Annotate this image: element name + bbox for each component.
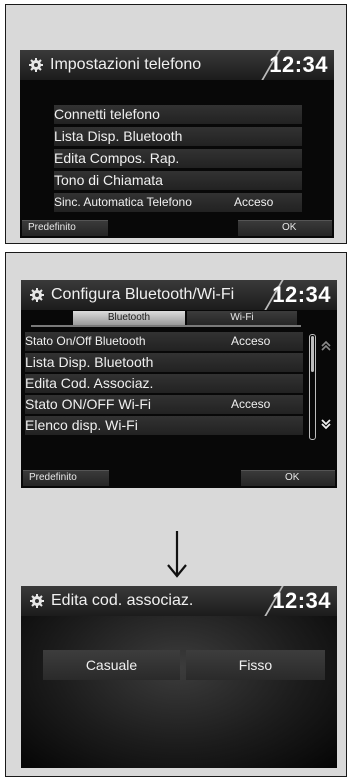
ok-button-label: OK xyxy=(285,472,300,483)
menu-item-speed-dial[interactable]: Edita Compos. Rap. xyxy=(54,149,302,168)
fixed-code-button[interactable]: Fisso xyxy=(186,650,325,680)
menu-item-label: Elenco disp. Wi-Fi xyxy=(25,417,138,433)
tab-wifi[interactable]: Wi-Fi xyxy=(187,311,297,325)
title-bar: Configura Bluetooth/Wi-Fi 12:34 xyxy=(21,280,337,310)
menu-item-label: Tono di Chiamata xyxy=(54,172,163,188)
gear-icon xyxy=(30,594,44,608)
random-code-label: Casuale xyxy=(85,657,138,673)
phone-settings-panel: Impostazioni telefono 12:34 Connetti tel… xyxy=(5,4,347,244)
double-chevron-down-icon[interactable] xyxy=(320,418,332,430)
fixed-code-label: Fisso xyxy=(238,657,273,673)
menu-item-label: Connetti telefono xyxy=(54,106,160,122)
menu-item-ringtone[interactable]: Tono di Chiamata xyxy=(54,171,302,190)
menu-item-pairing-code[interactable]: Edita Cod. Associaz. xyxy=(25,374,303,393)
menu-item-connect-phone[interactable]: Connetti telefono xyxy=(54,105,302,124)
random-code-button[interactable]: Casuale xyxy=(43,650,180,680)
menu-item-value: Acceso xyxy=(234,195,274,209)
bluetooth-wifi-panel: Configura Bluetooth/Wi-Fi 12:34 Bluetoot… xyxy=(5,252,347,777)
clock: 12:34 xyxy=(272,282,331,307)
menu-item-value: Acceso xyxy=(231,397,271,411)
double-chevron-up-icon[interactable] xyxy=(320,340,332,352)
menu-item-bluetooth-list[interactable]: Lista Disp. Bluetooth xyxy=(54,127,302,146)
default-button-label: Predefinito xyxy=(28,222,76,233)
menu-item-label: Stato On/Off Bluetooth xyxy=(25,334,146,348)
menu-item-auto-sync[interactable]: Sinc. Automatica Telefono Acceso xyxy=(54,193,302,212)
clock: 12:34 xyxy=(272,588,331,613)
default-button[interactable]: Predefinito xyxy=(23,470,109,486)
title-bar: Edita cod. associaz. 12:34 xyxy=(21,586,337,616)
scrollbar[interactable] xyxy=(309,334,316,440)
menu-item-label: Lista Disp. Bluetooth xyxy=(25,354,154,370)
default-button-label: Predefinito xyxy=(29,472,77,483)
menu-item-wifi-status[interactable]: Stato ON/OFF Wi-Fi Acceso xyxy=(25,395,303,414)
ok-button[interactable]: OK xyxy=(241,470,335,486)
phone-settings-screen: Impostazioni telefono 12:34 Connetti tel… xyxy=(20,50,334,238)
menu-item-bluetooth-status[interactable]: Stato On/Off Bluetooth Acceso xyxy=(25,332,303,351)
pairing-code-screen: Edita cod. associaz. 12:34 Casuale Fisso xyxy=(21,586,337,768)
menu-item-label: Edita Compos. Rap. xyxy=(54,150,180,166)
page-title: Configura Bluetooth/Wi-Fi xyxy=(51,286,235,303)
gear-icon xyxy=(30,288,44,302)
arrow-down-icon xyxy=(167,531,187,578)
tab-underline xyxy=(31,325,301,327)
clock: 12:34 xyxy=(269,52,328,77)
default-button[interactable]: Predefinito xyxy=(22,220,108,236)
menu-item-label: Sinc. Automatica Telefono xyxy=(54,195,192,209)
ok-button-label: OK xyxy=(282,222,297,233)
menu-item-value: Acceso xyxy=(231,334,271,348)
menu-item-bluetooth-list[interactable]: Lista Disp. Bluetooth xyxy=(25,353,303,372)
tab-bluetooth[interactable]: Bluetooth xyxy=(73,311,185,325)
page-title: Impostazioni telefono xyxy=(50,56,202,73)
menu-item-label: Edita Cod. Associaz. xyxy=(25,375,154,391)
menu-item-label: Stato ON/OFF Wi-Fi xyxy=(25,396,151,412)
gear-icon xyxy=(29,58,43,72)
page-title: Edita cod. associaz. xyxy=(51,592,194,609)
ok-button[interactable]: OK xyxy=(238,220,332,236)
bluetooth-wifi-screen: Configura Bluetooth/Wi-Fi 12:34 Bluetoot… xyxy=(21,280,337,488)
menu-item-wifi-list[interactable]: Elenco disp. Wi-Fi xyxy=(25,416,303,435)
title-bar: Impostazioni telefono 12:34 xyxy=(20,50,334,80)
menu-item-label: Lista Disp. Bluetooth xyxy=(54,128,183,144)
scrollbar-thumb[interactable] xyxy=(311,336,314,372)
